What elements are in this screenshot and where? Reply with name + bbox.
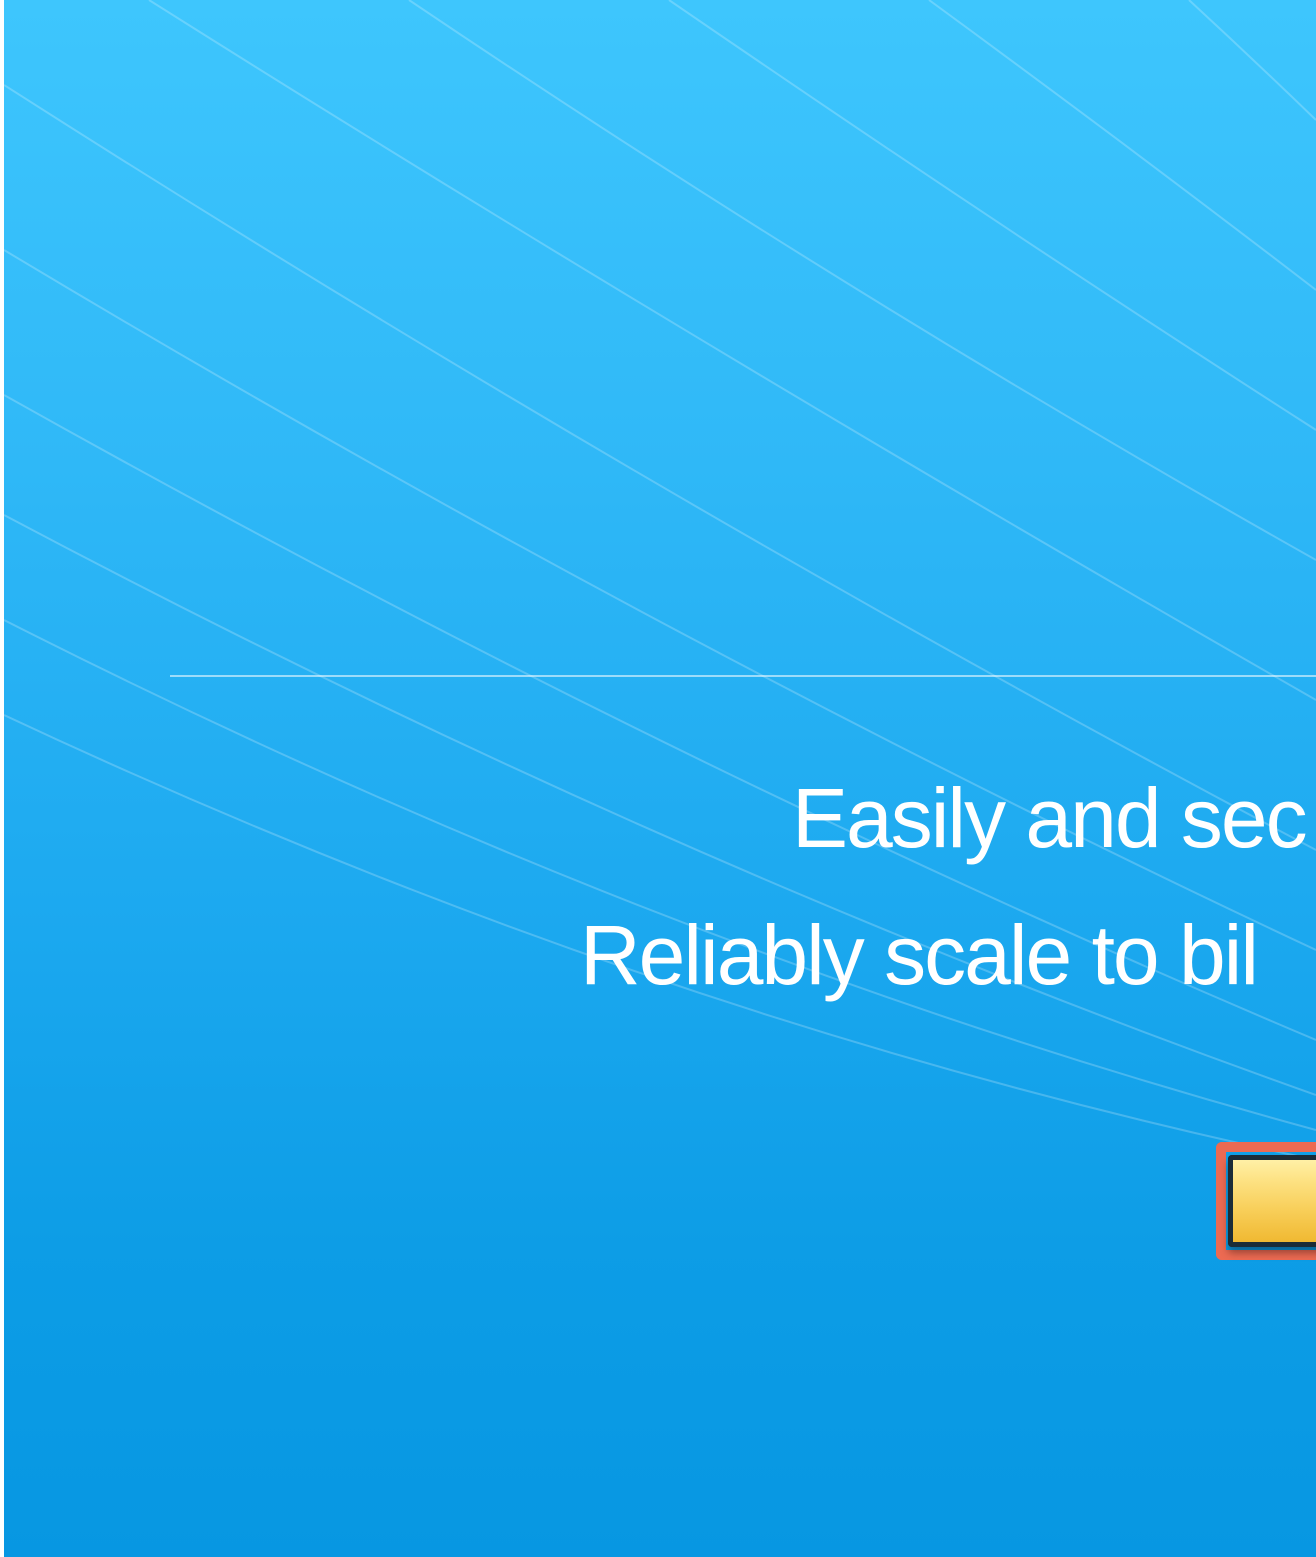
tagline-line-2: Reliably scale to bil	[580, 908, 1259, 1002]
tagline-line-1: Easily and sec	[792, 771, 1308, 865]
section-divider	[170, 675, 1316, 677]
cta-button[interactable]	[1228, 1155, 1316, 1247]
